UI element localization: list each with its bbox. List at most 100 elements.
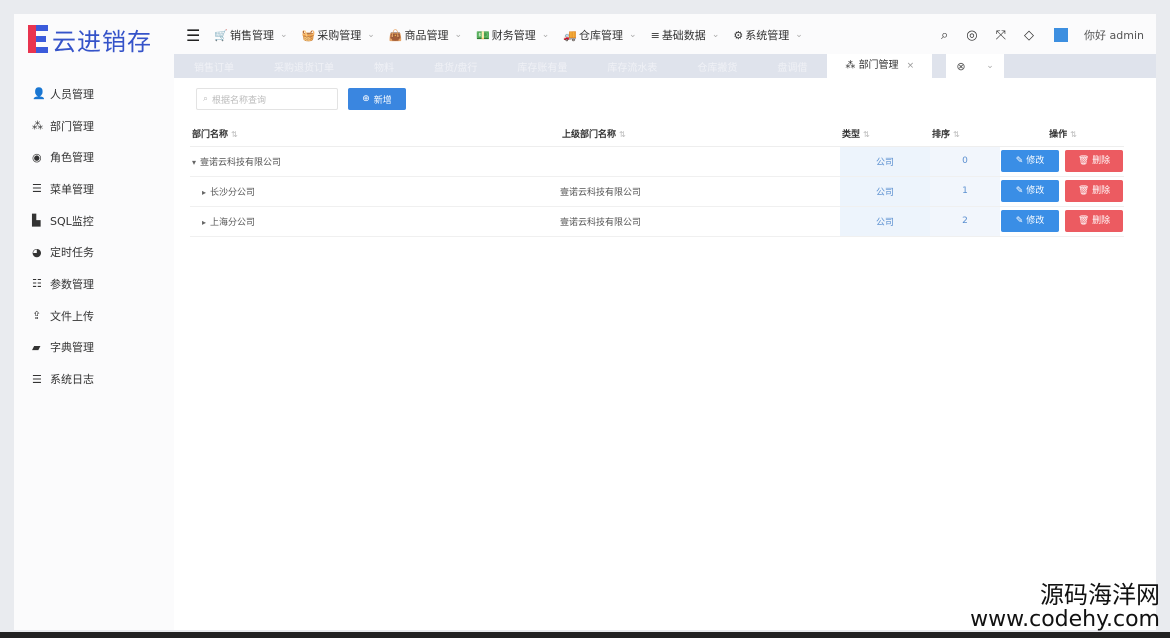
book-icon: ▰ <box>32 340 41 354</box>
table-row: ▾ 壹诺云科技有限公司 公司 0 ✎ 修改 🗑 删除 <box>190 146 1124 177</box>
bag-icon: 👜 <box>388 28 403 42</box>
sidebar-item-dictionary[interactable]: ▰ 字典管理 <box>14 332 174 364</box>
delete-button[interactable]: 🗑 删除 <box>1065 210 1123 232</box>
cell-name: ▸ 长沙分公司 <box>190 176 560 207</box>
column-header-sort[interactable]: 排序 ⇅ <box>930 122 1000 147</box>
truck-icon: 🚚 <box>563 28 578 42</box>
upload-icon: ⇪ <box>32 309 42 323</box>
search-icon[interactable]: ⌕ <box>941 28 948 43</box>
sidebar: 👤 人员管理 ⁂ 部门管理 ◉ 角色管理 ☰ 菜单管理 ▙ SQL监控 ◕ 定时… <box>14 78 174 395</box>
cell-sort: 0 <box>930 146 1000 177</box>
sidebar-item-menu[interactable]: ☰ 菜单管理 <box>14 173 174 205</box>
logo-mark-icon <box>28 25 48 53</box>
sort-icon: ⇅ <box>953 130 960 140</box>
sidebar-item-label: 参数管理 <box>50 277 94 291</box>
tab-purchase-return[interactable]: 采购退货订单 <box>254 59 354 74</box>
watermark: 源码海洋网 www.codehy.com <box>970 582 1160 632</box>
sidebar-item-department[interactable]: ⁂ 部门管理 <box>14 110 174 142</box>
sidebar-item-role[interactable]: ◉ 角色管理 <box>14 141 174 173</box>
nav-finance-label: 财务管理 <box>491 29 536 42</box>
chevron-down-icon: ⌄ <box>711 30 720 40</box>
tab-tools: ⊗ ⌄ <box>946 54 1005 78</box>
gear-icon: ⚙ <box>733 28 744 42</box>
chevron-down-icon: ⌄ <box>541 30 550 40</box>
app-window: 云进销存 ☰ 🛒 销售管理 ⌄ 🧺 采购管理 ⌄ 👜 商品管理 ⌄ 💵 财务管理… <box>14 14 1156 630</box>
nav-goods[interactable]: 👜 商品管理 ⌄ <box>389 27 462 43</box>
edit-button[interactable]: ✎ 修改 <box>1001 180 1059 202</box>
tab-sales-order[interactable]: 销售订单 <box>174 59 254 74</box>
cell-sort: 1 <box>930 176 1000 207</box>
tab-transfer[interactable]: 盘调借 <box>757 59 827 74</box>
expand-icon[interactable]: ▸ <box>202 188 206 197</box>
sidebar-item-sql[interactable]: ▙ SQL监控 <box>14 205 174 237</box>
search-icon: ⌕ <box>203 94 209 104</box>
collapse-icon[interactable]: ▾ <box>192 158 196 167</box>
sidebar-item-log[interactable]: ☰ 系统日志 <box>14 363 174 395</box>
sidebar-item-label: 字典管理 <box>50 341 94 355</box>
cell-name: ▸ 上海分公司 <box>190 206 560 237</box>
add-button-label: 新增 <box>373 95 392 106</box>
tab-warehouse-move[interactable]: 仓库搬货 <box>677 59 757 74</box>
column-header-name[interactable]: 部门名称 ⇅ <box>190 122 560 147</box>
logo-text: 云进销存 <box>52 27 152 56</box>
nav-finance[interactable]: 💵 财务管理 ⌄ <box>476 27 549 43</box>
toolbar: ⌕ 根据名称查询 ⊕ 新增 <box>196 88 406 110</box>
nav-warehouse-label: 仓库管理 <box>579 29 624 42</box>
tab-material[interactable]: 物料 <box>354 59 414 74</box>
cell-type: 公司 <box>840 176 930 207</box>
sidebar-item-label: 系统日志 <box>50 373 94 387</box>
chevron-down-icon: ⌄ <box>795 30 803 40</box>
chevron-down-icon: ⌄ <box>454 30 463 40</box>
watermark-line-1: 源码海洋网 <box>1040 581 1160 609</box>
column-header-parent[interactable]: 上级部门名称 ⇅ <box>560 122 840 147</box>
sidebar-item-schedule[interactable]: ◕ 定时任务 <box>14 236 174 268</box>
cell-parent: 壹诺云科技有限公司 <box>560 176 840 207</box>
avatar[interactable] <box>1054 28 1069 42</box>
sidebar-item-staff[interactable]: 👤 人员管理 <box>14 78 174 110</box>
sort-icon: ⇅ <box>1070 130 1077 140</box>
edit-button[interactable]: ✎ 修改 <box>1001 210 1059 232</box>
sort-icon: ⇅ <box>863 130 870 140</box>
cell-actions: ✎ 修改 🗑 删除 <box>1000 206 1124 237</box>
close-icon[interactable]: × <box>907 61 915 71</box>
target-icon[interactable]: ◎ <box>966 28 977 43</box>
sidebar-item-label: 部门管理 <box>50 119 94 133</box>
nav-warehouse[interactable]: 🚚 仓库管理 ⌄ <box>563 27 636 43</box>
table-row: ▸ 长沙分公司 壹诺云科技有限公司 公司 1 ✎ 修改 🗑 删除 <box>190 176 1124 207</box>
nav-system[interactable]: ⚙ 系统管理 ⌄ <box>733 27 802 43</box>
hamburger-icon[interactable]: ☰ <box>186 26 200 45</box>
edit-button[interactable]: ✎ 修改 <box>1001 150 1059 172</box>
nav-system-label: 系统管理 <box>745 29 790 42</box>
sidebar-item-label: 角色管理 <box>50 151 94 165</box>
chart-icon: ▙ <box>32 214 41 228</box>
nav-basedata[interactable]: ≡ 基础数据 ⌄ <box>651 27 720 43</box>
delete-button[interactable]: 🗑 删除 <box>1065 150 1123 172</box>
tab-department[interactable]: ⁂ 部门管理 × <box>827 54 933 78</box>
delete-button[interactable]: 🗑 删除 <box>1065 180 1123 202</box>
sidebar-item-params[interactable]: ☷ 参数管理 <box>14 268 174 300</box>
nav-sales[interactable]: 🛒 销售管理 ⌄ <box>214 27 287 43</box>
user-greeting[interactable]: 你好 admin <box>1084 27 1144 43</box>
chevron-down-icon: ⌄ <box>280 30 288 40</box>
column-header-type[interactable]: 类型 ⇅ <box>840 122 930 147</box>
expand-icon[interactable]: ▸ <box>202 218 206 227</box>
sidebar-item-upload[interactable]: ⇪ 文件上传 <box>14 300 174 332</box>
sliders-icon: ☷ <box>32 277 42 291</box>
nav-purchase[interactable]: 🧺 采购管理 ⌄ <box>302 27 375 43</box>
fullscreen-icon[interactable]: ⤧ <box>996 28 1006 43</box>
tab-stock-quantity[interactable]: 库存账有量 <box>497 59 587 74</box>
user-circle-icon: ◉ <box>32 150 42 164</box>
diamond-icon[interactable]: ◇ <box>1024 28 1034 43</box>
main-content: ⌕ 根据名称查询 ⊕ 新增 部门名称 ⇅ 上级部门名称 ⇅ 类型 ⇅ 排序 ⇅ 操作 ⇅ <box>174 78 1156 630</box>
chevron-down-icon: ⌄ <box>629 30 637 40</box>
tab-stock-flow[interactable]: 库存流水表 <box>587 59 677 74</box>
search-placeholder: 根据名称查询 <box>212 95 267 106</box>
sidebar-item-label: 菜单管理 <box>50 182 94 196</box>
add-button[interactable]: ⊕ 新增 <box>348 88 406 110</box>
tab-inventory-check[interactable]: 盘货/盘行 <box>414 59 497 74</box>
circle-close-icon[interactable]: ⊗ <box>956 60 965 73</box>
nav-sales-label: 销售管理 <box>230 29 275 42</box>
search-input[interactable]: ⌕ 根据名称查询 <box>196 88 338 110</box>
nav-goods-label: 商品管理 <box>404 29 449 42</box>
chevron-down-icon[interactable]: ⌄ <box>986 61 994 71</box>
